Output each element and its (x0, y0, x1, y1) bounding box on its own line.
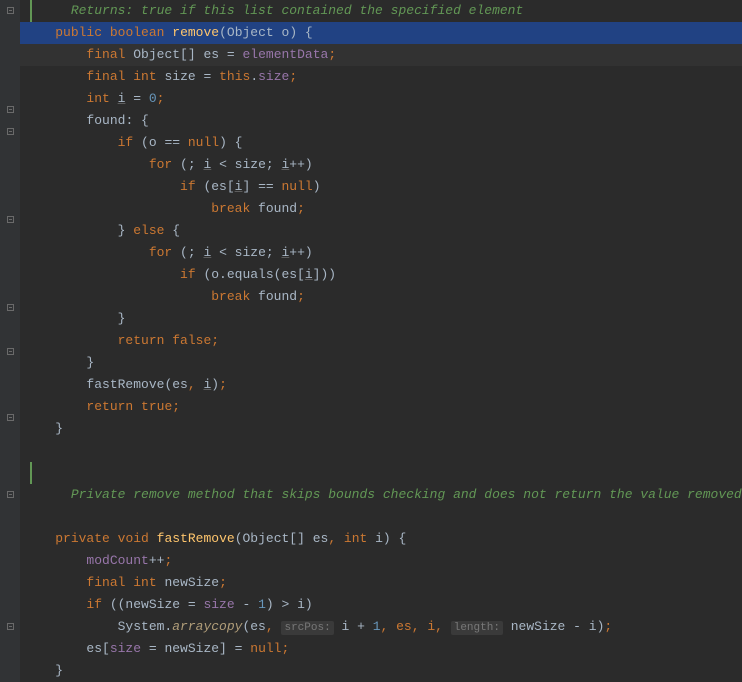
code-line[interactable]: public boolean remove(Object o) { (20, 22, 742, 44)
fold-marker-icon[interactable] (7, 128, 14, 135)
fold-marker-icon[interactable] (7, 623, 14, 630)
code-line[interactable]: break found; (20, 286, 742, 308)
code-line[interactable]: final int size = this.size; (20, 66, 742, 88)
code-line[interactable]: } (20, 660, 742, 682)
code-line (20, 506, 742, 528)
code-line[interactable]: Private remove method that skips bounds … (20, 484, 742, 506)
code-line[interactable]: } (20, 418, 742, 440)
code-line (20, 440, 742, 462)
code-line (20, 462, 742, 484)
fold-marker-icon[interactable] (7, 348, 14, 355)
code-line[interactable]: for (; i < size; i++) (20, 242, 742, 264)
code-line[interactable]: } else { (20, 220, 742, 242)
code-line[interactable]: fastRemove(es, i); (20, 374, 742, 396)
code-line[interactable]: int i = 0; (20, 88, 742, 110)
code-line[interactable]: es[size = newSize] = null; (20, 638, 742, 660)
code-line[interactable]: found: { (20, 110, 742, 132)
code-line[interactable]: break found; (20, 198, 742, 220)
code-line[interactable]: final int newSize; (20, 572, 742, 594)
code-line[interactable]: final Object[] es = elementData; (20, 44, 742, 66)
doc-indicator (30, 462, 32, 484)
code-line[interactable]: if ((newSize = size - 1) > i) (20, 594, 742, 616)
code-line[interactable]: Returns: true if this list contained the… (20, 0, 742, 22)
code-editor[interactable]: Returns: true if this list contained the… (0, 0, 742, 682)
fold-marker-icon[interactable] (7, 491, 14, 498)
fold-marker-icon[interactable] (7, 216, 14, 223)
fold-marker-icon[interactable] (7, 106, 14, 113)
code-line[interactable]: private void fastRemove(Object[] es, int… (20, 528, 742, 550)
code-line[interactable]: return false; (20, 330, 742, 352)
gutter (0, 0, 20, 682)
code-line[interactable]: return true; (20, 396, 742, 418)
code-line[interactable]: modCount++; (20, 550, 742, 572)
fold-marker-icon[interactable] (7, 414, 14, 421)
code-line[interactable]: if (es[i] == null) (20, 176, 742, 198)
param-hint: length: (451, 621, 503, 635)
code-line[interactable]: } (20, 308, 742, 330)
doc-indicator (30, 0, 32, 22)
code-line[interactable]: System.arraycopy(es, srcPos: i + 1, es, … (20, 616, 742, 638)
doc-comment: Private remove method that skips bounds … (71, 487, 742, 502)
fold-marker-icon[interactable] (7, 304, 14, 311)
code-line[interactable]: for (; i < size; i++) (20, 154, 742, 176)
code-line[interactable]: } (20, 352, 742, 374)
fold-marker-icon[interactable] (7, 7, 14, 14)
param-hint: srcPos: (281, 621, 333, 635)
code-line[interactable]: if (o == null) { (20, 132, 742, 154)
code-line[interactable]: if (o.equals(es[i])) (20, 264, 742, 286)
doc-comment: Returns: true if this list contained the… (71, 3, 523, 18)
